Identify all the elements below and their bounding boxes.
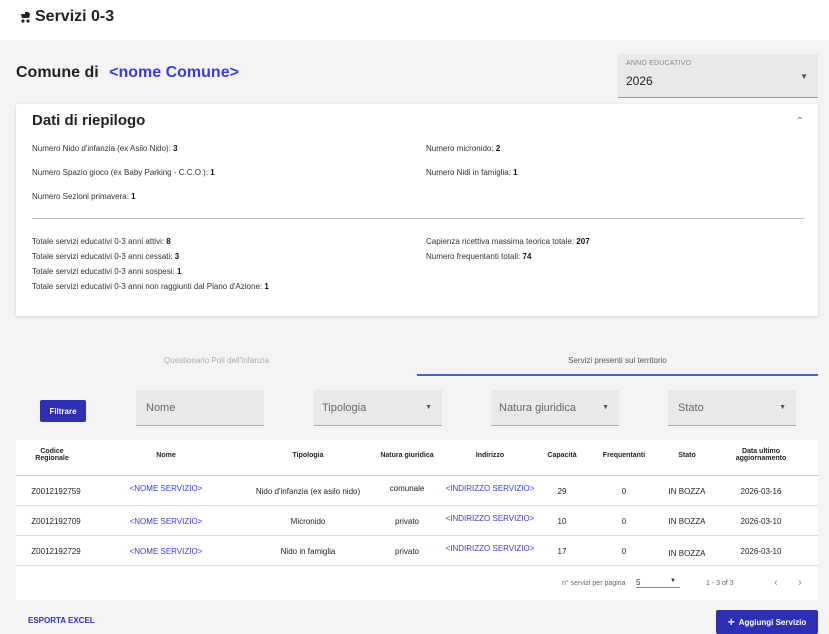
summary-title: Dati di riepilogo (32, 112, 146, 129)
nome-placeholder: Nome (146, 402, 176, 414)
cell-data: 2026-03-10 (740, 547, 782, 556)
anno-educativo-select[interactable]: ANNO EDUCATIVO 2026 ▼ (618, 54, 818, 98)
th-tipologia: Tipologia (292, 452, 324, 459)
stat-non-raggiunti: Totale servizi educativi 0-3 anni non ra… (32, 282, 269, 291)
stat-capienza: Capienza ricettiva massima teorica total… (426, 237, 590, 246)
summary-card: Dati di riepilogo ⌃ Numero Nido d'infanz… (16, 104, 818, 316)
tipologia-select[interactable]: Tipologia ▼ (314, 390, 442, 426)
stato-select[interactable]: Stato ▼ (668, 390, 796, 426)
cell-tipologia: Nido d'infanzia (ex asilo nido) (255, 487, 361, 496)
caret-down-icon: ▼ (779, 404, 786, 411)
stat-frequentanti: Numero frequentanti totali: 74 (426, 252, 532, 261)
servizi-table: Codice Regionale Nome Tipologia Natura gi… (16, 440, 818, 600)
chevron-up-icon[interactable]: ⌃ (796, 116, 804, 127)
anno-educativo-value: 2026 (626, 74, 653, 88)
th-nome: Nome (156, 452, 176, 459)
stat-cessati: Totale servizi educativi 0-3 anni cessat… (32, 252, 180, 261)
table-row[interactable]: Z0012192729 <NOME SERVIZIO> Nido in fami… (16, 536, 818, 566)
th-codice: Codice Regionale (35, 448, 69, 462)
cell-tipologia: Nido in famiglia (280, 547, 336, 556)
footer-bar: ESPORTA EXCEL + Aggiungi Servizio (0, 604, 829, 634)
table-header: Codice Regionale Nome Tipologia Natura gi… (16, 440, 818, 476)
cell-stato: IN BOZZA (668, 487, 706, 496)
natura-giuridica-select[interactable]: Natura giuridica ▼ (491, 390, 619, 426)
plus-icon: + (727, 615, 735, 629)
cell-frequentanti: 0 (621, 487, 627, 496)
page-range: 1 - 3 of 3 (706, 580, 734, 587)
cell-nome-link[interactable]: <NOME SERVIZIO> (112, 547, 220, 556)
cell-frequentanti: 0 (621, 547, 627, 556)
page-header: Comune di <nome Comune> ANNO EDUCATIVO 2… (0, 40, 829, 102)
stat-sospesi: Totale servizi educativi 0-3 anni sospes… (32, 267, 182, 276)
per-page-select[interactable]: 5 ▼ (636, 578, 680, 588)
stat-spazio-gioco: Numero Spazio gioco (ex Baby Parking - C… (32, 168, 215, 177)
nome-filter-input[interactable]: Nome (136, 390, 264, 426)
stat-sezioni-primavera: Numero Sezioni primavera: 1 (32, 192, 136, 201)
tipologia-placeholder: Tipologia (322, 402, 367, 414)
per-page-value: 5 (636, 578, 641, 587)
cell-natura: privato (394, 517, 419, 526)
th-capacita: Capacità (547, 452, 577, 459)
cell-capacita: 10 (557, 517, 567, 526)
filter-button[interactable]: Filtrare (40, 400, 86, 422)
stat-micronido: Numero micronido: 2 (426, 144, 501, 153)
cell-stato: IN BOZZA (668, 517, 706, 526)
stat-nidi-famiglia: Numero Nidi in famiglia: 1 (426, 168, 518, 177)
table-row[interactable]: Z0012192759 <NOME SERVIZIO> Nido d'infan… (16, 476, 818, 506)
summary-divider (32, 218, 804, 219)
cell-codice: Z0012192759 (31, 487, 81, 496)
app-title-text: Servizi 0-3 (35, 8, 115, 25)
stroller-icon (18, 10, 32, 24)
caret-down-icon: ▼ (425, 404, 432, 411)
cell-stato: IN BOZZA (668, 549, 706, 558)
natura-placeholder: Natura giuridica (499, 402, 577, 414)
cell-frequentanti: 0 (621, 517, 627, 526)
stat-attivi: Totale servizi educativi 0-3 anni attivi… (32, 237, 171, 246)
filter-bar: Filtrare Nome Tipologia ▼ Natura giuridi… (16, 378, 818, 438)
tab-bar: Questionario Poli dell'Infanzia Servizi … (16, 344, 818, 376)
cell-codice: Z0012192729 (31, 547, 81, 556)
cell-indirizzo-link[interactable]: <INDIRIZZO SERVIZIO> (440, 544, 540, 553)
cell-data: 2026-03-10 (740, 517, 782, 526)
stat-nido: Numero Nido d'infanzia (ex Asilo Nido): … (32, 144, 178, 153)
cell-codice: Z0012192709 (31, 517, 81, 526)
cell-nome-link[interactable]: <NOME SERVIZIO> (112, 517, 220, 526)
add-service-button[interactable]: + Aggiungi Servizio (716, 610, 818, 634)
per-page-label: n° servizi per pagina (562, 580, 626, 587)
pagination: n° servizi per pagina 5 ▼ 1 - 3 of 3 ‹ › (16, 576, 818, 596)
comune-name: <nome Comune> (109, 64, 239, 81)
chevron-left-icon[interactable]: ‹ (774, 577, 778, 589)
anno-educativo-label: ANNO EDUCATIVO (626, 60, 692, 67)
cell-tipologia: Micronido (290, 517, 326, 526)
comune-heading: Comune di <nome Comune> (16, 64, 239, 82)
cell-data: 2026-03-16 (740, 487, 782, 496)
tab-questionario[interactable]: Questionario Poli dell'Infanzia (16, 344, 417, 376)
th-frequentanti: Frequentanti (602, 452, 646, 459)
export-excel-button[interactable]: ESPORTA EXCEL (28, 616, 95, 625)
th-stato: Stato (678, 452, 696, 459)
chevron-right-icon[interactable]: › (798, 577, 802, 589)
tab-servizi[interactable]: Servizi presenti sul territorio (417, 344, 818, 376)
th-data: Data ultimo aggiornamento (735, 448, 787, 462)
cell-indirizzo-link[interactable]: <INDIRIZZO SERVIZIO> (440, 484, 540, 493)
cell-capacita: 17 (557, 547, 567, 556)
add-service-label: Aggiungi Servizio (738, 617, 807, 627)
cell-indirizzo-link[interactable]: <INDIRIZZO SERVIZIO> (440, 514, 540, 523)
cell-natura: privato (394, 547, 419, 556)
cell-nome-link[interactable]: <NOME SERVIZIO> (112, 484, 220, 493)
table-row[interactable]: Z0012192709 <NOME SERVIZIO> Micronido pr… (16, 506, 818, 536)
caret-down-icon: ▼ (670, 578, 676, 584)
caret-down-icon: ▼ (602, 404, 609, 411)
stato-placeholder: Stato (678, 402, 704, 414)
caret-down-icon: ▼ (800, 72, 808, 81)
comune-label: Comune di (16, 64, 99, 81)
app-title: Servizi 0-3 (18, 8, 114, 26)
th-natura: Natura giuridica (380, 452, 434, 459)
top-bar: Servizi 0-3 (0, 0, 829, 40)
cell-capacita: 29 (557, 487, 567, 496)
th-indirizzo: Indirizzo (475, 452, 505, 459)
cell-natura: comunale (389, 484, 425, 493)
